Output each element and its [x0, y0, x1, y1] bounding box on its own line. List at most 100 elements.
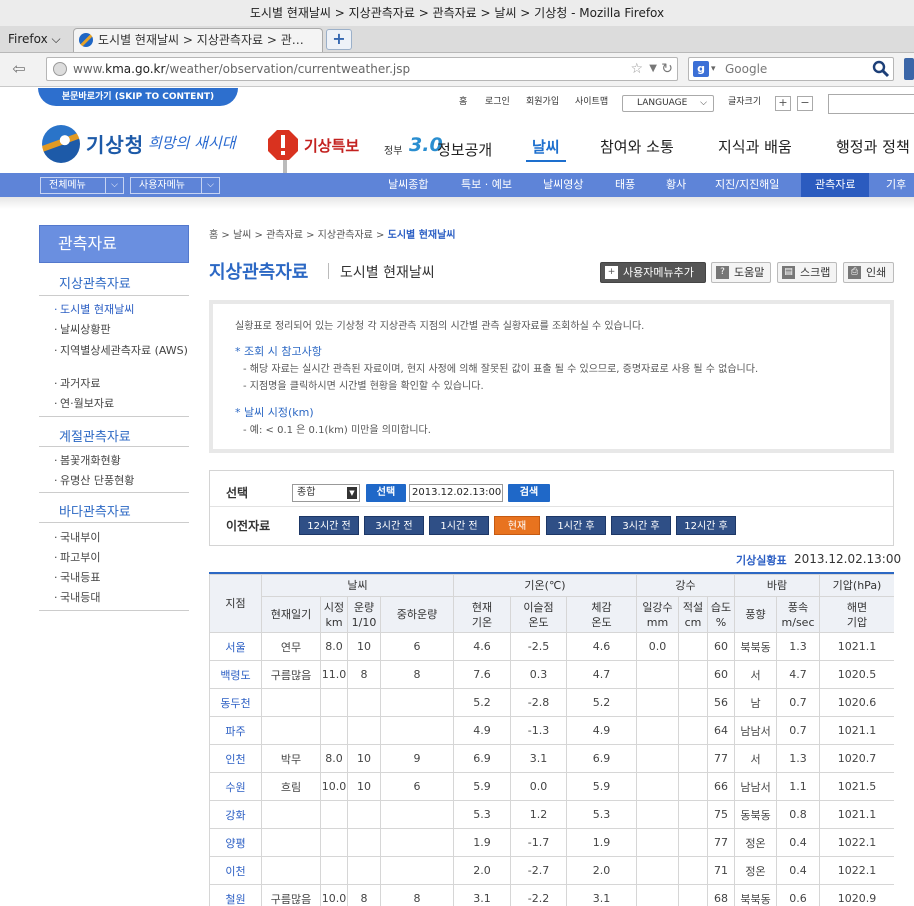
time-1h-before-button[interactable]: 1시간 전: [429, 516, 489, 535]
sidebar-item-dashboard[interactable]: 날씨상황판: [54, 323, 190, 337]
table-row: 백령도 구름많음 11.0 8 8 7.6 0.3 4.7 60 서 4.7 1020.5: [209, 660, 894, 689]
skip-to-content-link[interactable]: 본문바로가기 (SKIP TO CONTENT): [38, 88, 238, 106]
datetime-input[interactable]: 2013.12.02.13:00: [409, 484, 503, 502]
gnb-participation[interactable]: 참여와 소통: [600, 136, 674, 157]
sidebar-item-buoy[interactable]: 국내부이: [54, 531, 190, 545]
breadcrumb-observation[interactable]: 관측자료: [266, 230, 303, 241]
weather-warning-link[interactable]: 기상특보: [304, 135, 359, 156]
subnav-yellow-dust[interactable]: 황사: [666, 173, 686, 197]
language-select[interactable]: LANGUAGE ⌵: [622, 95, 714, 112]
gnb-weather[interactable]: 날씨: [532, 136, 560, 157]
user-menu-button[interactable]: 사용자메뉴 ⌵: [130, 177, 220, 194]
home-link[interactable]: 홈: [459, 94, 467, 110]
search-bar[interactable]: g ▾ Google: [688, 57, 894, 81]
cell-dewpoint: -2.8: [510, 688, 567, 717]
sidebar-item-blossom[interactable]: 봄꽃개화현황: [54, 454, 190, 468]
all-menu-button[interactable]: 전체메뉴 ⌵: [40, 177, 124, 194]
search-button[interactable]: 검색: [508, 484, 550, 502]
sidebar-item-foliage[interactable]: 유명산 단풍현황: [54, 474, 190, 488]
search-icon[interactable]: [872, 60, 890, 78]
cell-station[interactable]: 백령도: [209, 660, 262, 689]
breadcrumb-weather[interactable]: 날씨: [233, 230, 251, 241]
bookmark-star-icon[interactable]: ☆: [630, 58, 643, 80]
subnav-typhoon[interactable]: 태풍: [615, 173, 635, 197]
cell-weather: 연무: [261, 632, 321, 661]
add-user-menu-button[interactable]: + 사용자메뉴추가: [600, 262, 706, 283]
time-3h-after-button[interactable]: 3시간 후: [611, 516, 671, 535]
breadcrumb-home[interactable]: 홈: [209, 230, 218, 241]
subnav-weather-video[interactable]: 날씨영상: [543, 173, 583, 197]
sidebar-item-wave-buoy[interactable]: 파고부이: [54, 551, 190, 565]
subnav-earthquake[interactable]: 지진/지진해일: [715, 173, 779, 197]
url-bar[interactable]: www.kma.go.kr/weather/observation/curren…: [46, 57, 678, 81]
login-link[interactable]: 로그인: [485, 94, 510, 110]
sidebar-item-city-current[interactable]: 도시별 현재날씨: [54, 303, 190, 317]
font-size-decrease-button[interactable]: −: [797, 96, 813, 111]
kma-logo-icon[interactable]: [42, 125, 80, 163]
select-button[interactable]: 선택: [366, 484, 406, 502]
breadcrumb-surface[interactable]: 지상관측자료: [318, 230, 373, 241]
sidebar-item-aws[interactable]: 지역별상세관측자료 (AWS): [54, 344, 190, 358]
cell-station[interactable]: 수원: [209, 772, 262, 801]
kma-favicon-icon: [79, 33, 93, 47]
cell-station[interactable]: 동두천: [209, 688, 262, 717]
help-button[interactable]: ? 도움말: [711, 262, 771, 283]
open-info-link[interactable]: 정보공개: [437, 139, 492, 160]
cell-wind-speed: 0.7: [776, 716, 821, 745]
time-1h-after-button[interactable]: 1시간 후: [546, 516, 606, 535]
back-arrow-icon[interactable]: ⇦: [7, 58, 31, 80]
toolbar-extension-icon[interactable]: [904, 58, 914, 80]
search-placeholder: Google: [725, 62, 768, 76]
sidebar-section-surface[interactable]: 지상관측자료: [59, 273, 131, 292]
subnav-forecast[interactable]: 특보 · 예보: [461, 173, 512, 197]
cell-station[interactable]: 파주: [209, 716, 262, 745]
font-size-increase-button[interactable]: +: [775, 96, 791, 111]
cell-station[interactable]: 이천: [209, 856, 262, 885]
col-group-precip: 강수: [635, 574, 736, 597]
cell-station[interactable]: 서울: [209, 632, 262, 661]
logo-text[interactable]: 기상청: [86, 129, 144, 158]
warning-sign-icon[interactable]: [266, 128, 300, 162]
site-search-input[interactable]: [828, 94, 914, 114]
language-select-label: LANGUAGE: [637, 98, 688, 108]
type-select[interactable]: 종합 ▼: [292, 484, 360, 502]
gnb-knowledge[interactable]: 지식과 배움: [718, 136, 792, 157]
subnav-climate[interactable]: 기후자: [886, 173, 914, 215]
sidebar-section-sea[interactable]: 바다관측자료: [59, 501, 131, 520]
cell-snow: [678, 856, 708, 885]
cell-station[interactable]: 인천: [209, 744, 262, 773]
cell-station[interactable]: 양평: [209, 828, 262, 857]
cell-rain: [636, 744, 679, 773]
time-12h-before-button[interactable]: 12시간 전: [299, 516, 359, 535]
cell-station[interactable]: 강화: [209, 800, 262, 829]
reload-icon[interactable]: ↻: [661, 58, 673, 80]
table-row: 수원 흐림 10.0 10 6 5.9 0.0 5.9 66 남남서 1.1 1021.5: [209, 772, 894, 801]
print-button[interactable]: ⎙ 인쇄: [843, 262, 894, 283]
sidebar-item-beacon[interactable]: 국내등표: [54, 571, 190, 585]
sidebar-item-monthly[interactable]: 연·월보자료: [54, 397, 190, 411]
new-tab-button[interactable]: +: [326, 29, 352, 50]
url-dropdown-icon[interactable]: ▼: [649, 58, 657, 80]
sidebar-section-season[interactable]: 계절관측자료: [59, 426, 131, 445]
time-now-button[interactable]: 현재: [494, 516, 540, 535]
chevron-down-icon: ⌵: [105, 178, 123, 193]
scrap-button[interactable]: ▤ 스크랩: [777, 262, 837, 283]
cell-feels-like: 5.3: [566, 800, 637, 829]
cell-station[interactable]: 철원: [209, 884, 262, 906]
firefox-menu-button[interactable]: Firefox ⌵: [0, 28, 69, 50]
sitemap-link[interactable]: 사이트맵: [575, 94, 608, 110]
subnav-weather-summary[interactable]: 날씨종합: [388, 173, 428, 197]
search-engine-dropdown-icon[interactable]: ▾: [711, 58, 716, 80]
sidebar-item-past[interactable]: 과거자료: [54, 377, 190, 391]
time-3h-before-button[interactable]: 3시간 전: [364, 516, 424, 535]
browser-tab[interactable]: 도시별 현재날씨 > 지상관측자료 > 관…: [73, 28, 323, 52]
subnav-observation[interactable]: 관측자료: [801, 173, 870, 197]
cell-weather: 흐림: [261, 772, 321, 801]
time-12h-after-button[interactable]: 12시간 후: [676, 516, 736, 535]
col-snow: 적설 cm: [678, 596, 708, 633]
sidebar-item-lighthouse[interactable]: 국내등대: [54, 591, 190, 605]
gnb-administration[interactable]: 행정과 정책: [836, 136, 910, 157]
col-temp-now: 현재 기온: [453, 596, 511, 633]
join-link[interactable]: 회원가입: [526, 94, 559, 110]
cell-humidity: 77: [706, 828, 736, 857]
